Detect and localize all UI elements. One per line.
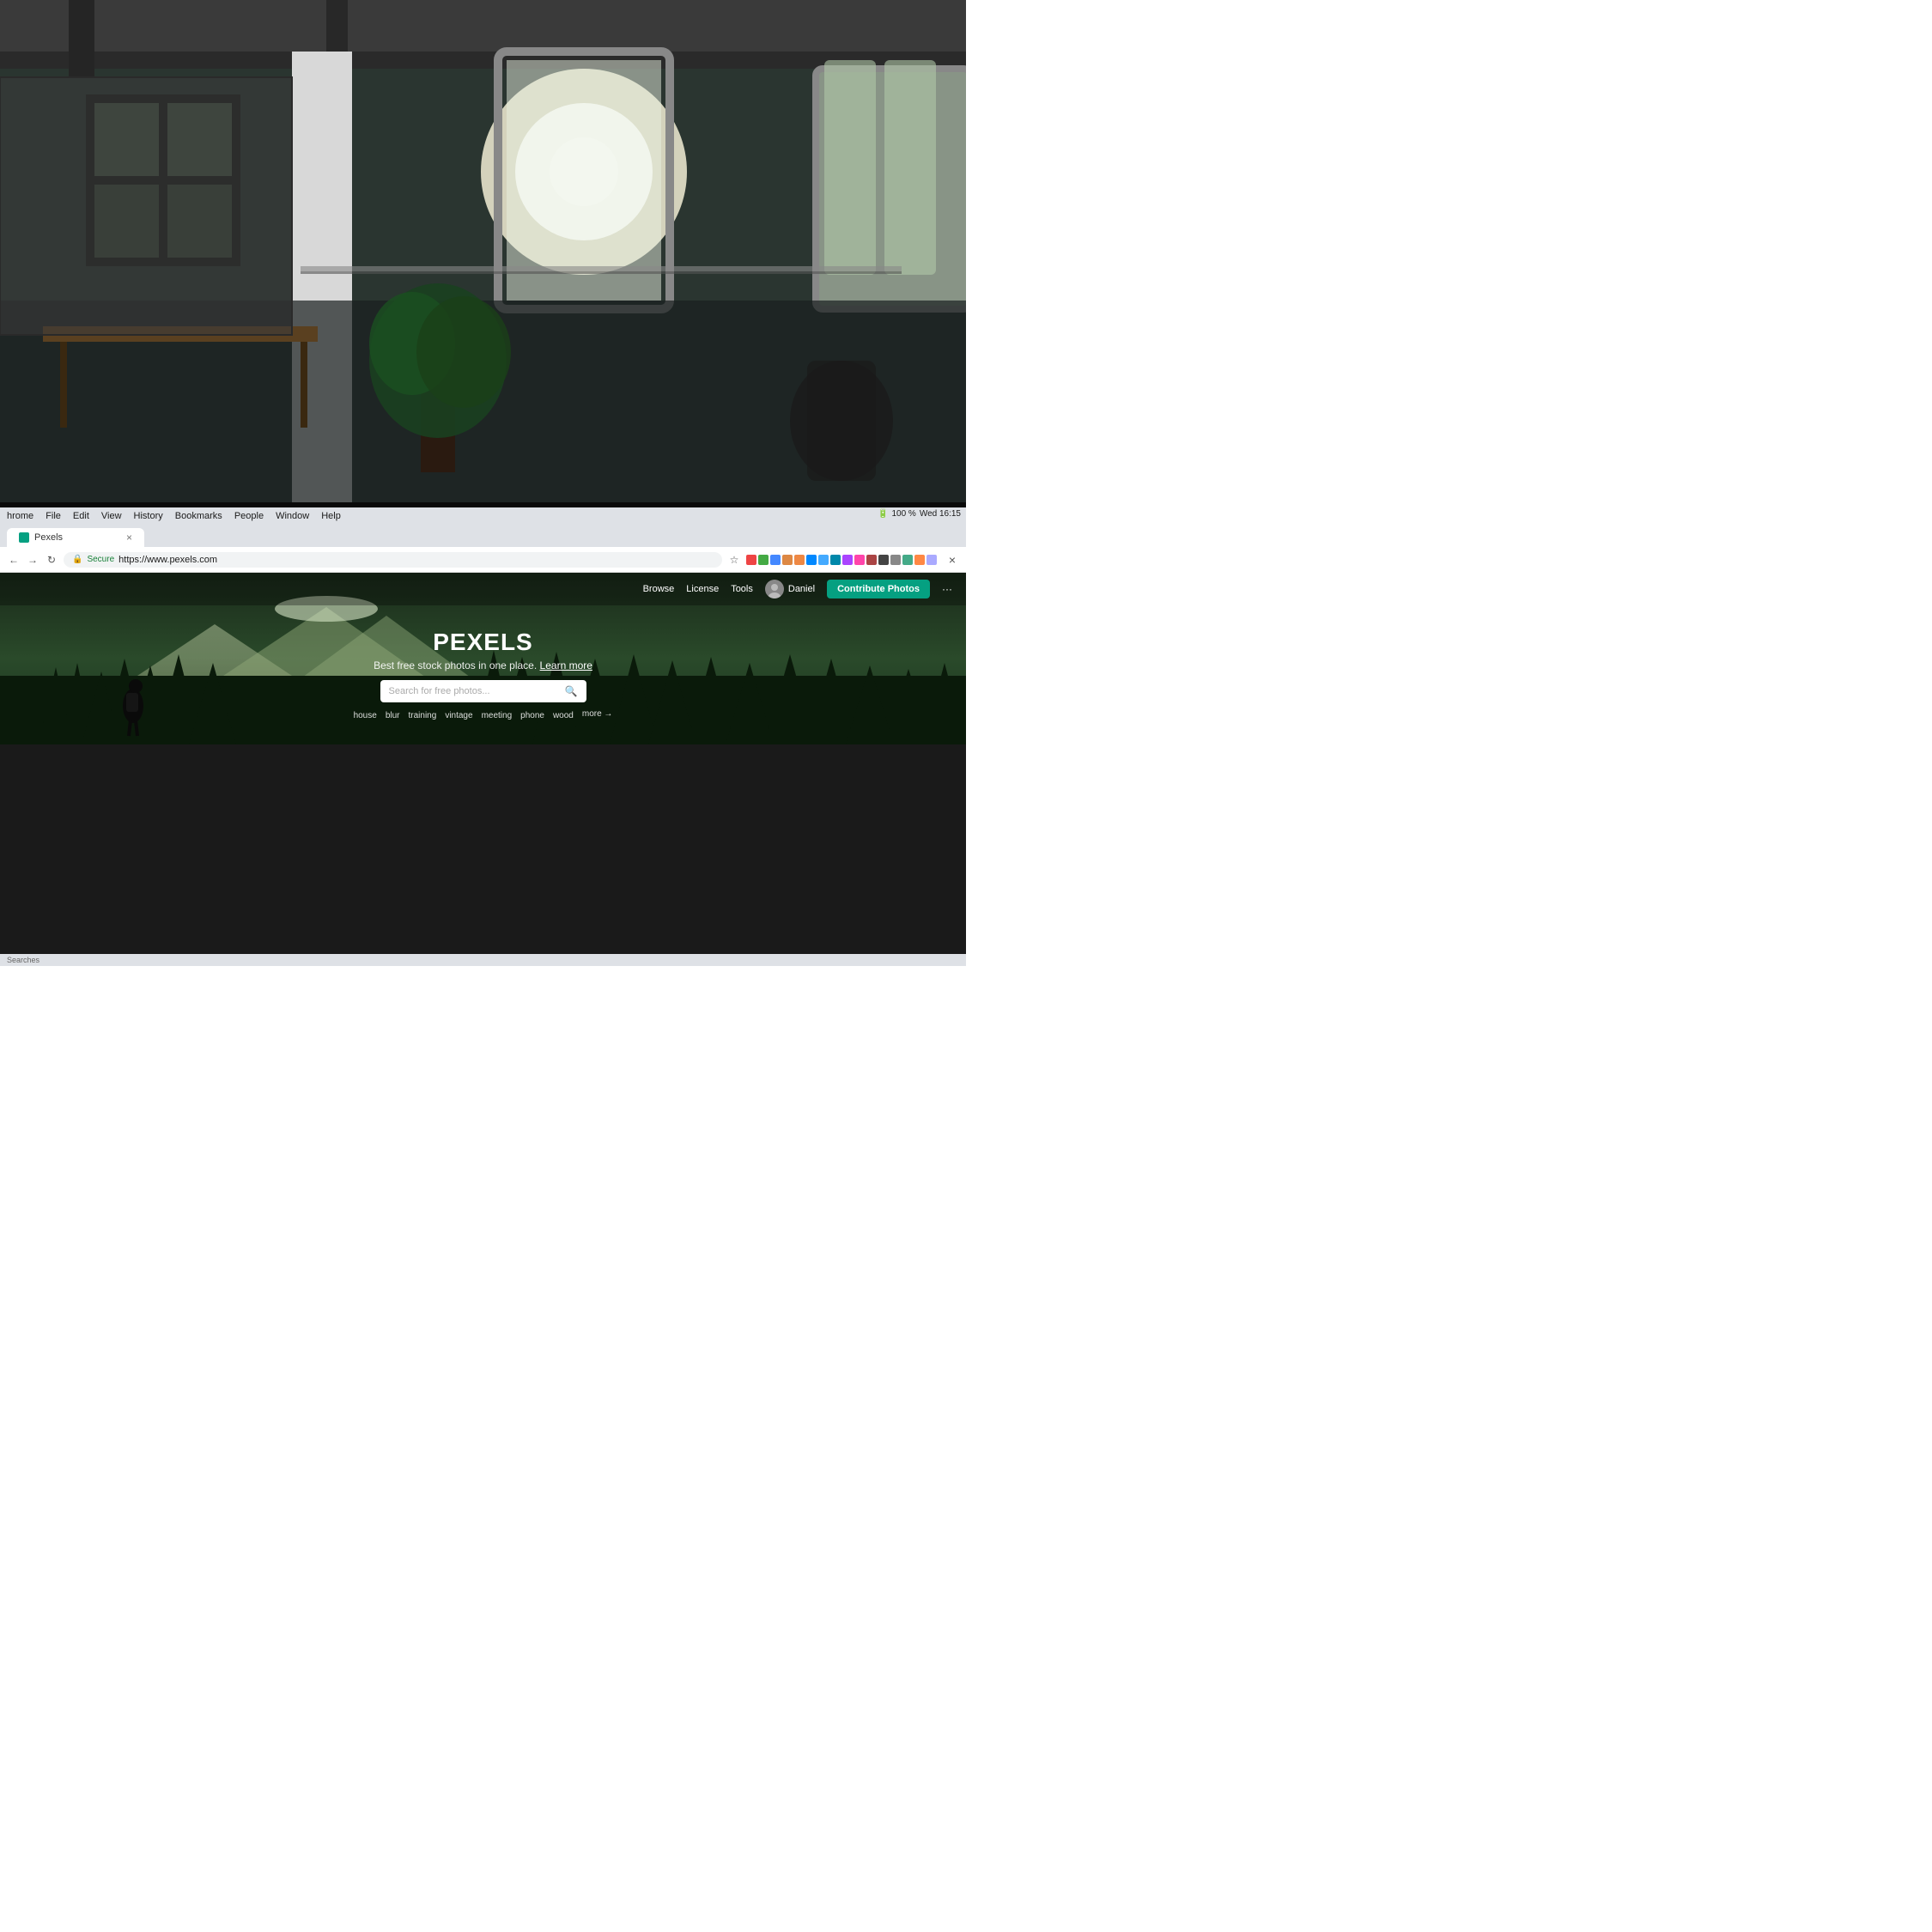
user-menu[interactable]: Daniel: [765, 580, 815, 598]
ext-todoist-icon[interactable]: [782, 555, 793, 565]
pexels-site: Browse License Tools Daniel Contribute P…: [0, 573, 966, 744]
url-text: https://www.pexels.com: [118, 555, 217, 565]
ext-gdrive-icon[interactable]: [758, 555, 769, 565]
bookmark-button[interactable]: ☆: [727, 553, 741, 567]
suggestion-blur[interactable]: blur: [386, 709, 400, 722]
menu-people[interactable]: People: [234, 511, 264, 521]
battery-percentage: 100 %: [891, 509, 915, 519]
screen-area: hrome File Edit View History Bookmarks P…: [0, 502, 966, 966]
ext-pdf-icon[interactable]: [866, 555, 877, 565]
browser-chrome: hrome File Edit View History Bookmarks P…: [0, 507, 966, 573]
extensions-row: [746, 555, 937, 565]
clock: Wed 16:15: [920, 509, 961, 519]
user-name: Daniel: [788, 584, 815, 594]
search-placeholder: Search for free photos...: [389, 686, 558, 696]
forward-button[interactable]: →: [26, 553, 39, 567]
menu-history[interactable]: History: [134, 511, 163, 521]
suggestion-vintage[interactable]: vintage: [445, 709, 472, 722]
ext-medium-icon[interactable]: [890, 555, 901, 565]
secure-label: Secure: [87, 555, 114, 564]
system-bar: 🔋 100 % Wed 16:15: [872, 507, 966, 520]
address-field[interactable]: 🔒 Secure https://www.pexels.com: [64, 552, 722, 568]
ext-calendar-icon[interactable]: [770, 555, 781, 565]
secure-icon: 🔒: [72, 555, 82, 564]
pexels-tagline: Best free stock photos in one place. Lea…: [374, 659, 592, 671]
menu-view[interactable]: View: [101, 511, 122, 521]
pexels-logo: PEXELS: [433, 629, 532, 656]
ext-notion-icon[interactable]: [878, 555, 889, 565]
browse-nav-item[interactable]: Browse: [643, 584, 675, 594]
ext-vpn-icon[interactable]: [794, 555, 805, 565]
tabs-bar: Pexels ×: [0, 525, 966, 547]
pexels-hero: Browse License Tools Daniel Contribute P…: [0, 573, 966, 744]
suggestion-meeting[interactable]: meeting: [482, 709, 513, 722]
more-nav-button[interactable]: ···: [942, 583, 952, 595]
ext-skype-icon[interactable]: [830, 555, 841, 565]
tools-nav-item[interactable]: Tools: [731, 584, 753, 594]
suggestion-phone[interactable]: phone: [520, 709, 544, 722]
menu-file[interactable]: File: [46, 511, 61, 521]
battery-icon: 🔋: [878, 509, 888, 519]
menu-window[interactable]: Window: [276, 511, 309, 521]
back-button[interactable]: ←: [7, 553, 21, 567]
more-suggestions-link[interactable]: more →: [582, 709, 613, 722]
search-button[interactable]: 🔍: [565, 685, 578, 697]
browser-menubar: hrome File Edit View History Bookmarks P…: [0, 507, 348, 525]
more-button[interactable]: ×: [945, 553, 959, 567]
tab-close-button[interactable]: ×: [126, 532, 132, 544]
active-tab[interactable]: Pexels ×: [7, 528, 144, 547]
ext-settings-icon[interactable]: [927, 555, 937, 565]
pexels-nav: Browse License Tools Daniel Contribute P…: [0, 573, 966, 605]
menubar-row: hrome File Edit View History Bookmarks P…: [0, 507, 966, 525]
suggestion-training[interactable]: training: [409, 709, 437, 722]
ext-google-icon[interactable]: [818, 555, 829, 565]
tab-favicon: [19, 532, 29, 543]
user-avatar: [765, 580, 784, 598]
license-nav-item[interactable]: License: [686, 584, 719, 594]
suggestion-wood[interactable]: wood: [553, 709, 574, 722]
contribute-photos-button[interactable]: Contribute Photos: [827, 580, 930, 598]
menu-help[interactable]: Help: [321, 511, 341, 521]
ext-gmail-icon[interactable]: [746, 555, 756, 565]
address-bar-row: ← → ↻ 🔒 Secure https://www.pexels.com ☆: [0, 547, 966, 573]
hero-content: PEXELS Best free stock photos in one pla…: [0, 605, 966, 744]
status-searches: Searches: [7, 956, 39, 964]
ext-multi1-icon[interactable]: [842, 555, 853, 565]
search-suggestions: house blur training vintage meeting phon…: [354, 709, 613, 722]
status-bar: Searches: [0, 954, 966, 966]
ext-dropbox-icon[interactable]: [806, 555, 817, 565]
ext-extra-icon[interactable]: [914, 555, 925, 565]
tab-title: Pexels: [34, 532, 63, 543]
menu-edit[interactable]: Edit: [73, 511, 89, 521]
refresh-button[interactable]: ↻: [45, 553, 58, 567]
ext-multi2-icon[interactable]: [854, 555, 865, 565]
ext-grammarly-icon[interactable]: [902, 555, 913, 565]
suggestion-house[interactable]: house: [354, 709, 377, 722]
menu-chrome[interactable]: hrome: [7, 511, 33, 521]
menu-bookmarks[interactable]: Bookmarks: [175, 511, 222, 521]
learn-more-link[interactable]: Learn more: [540, 659, 592, 671]
search-container[interactable]: Search for free photos... 🔍: [380, 680, 586, 702]
